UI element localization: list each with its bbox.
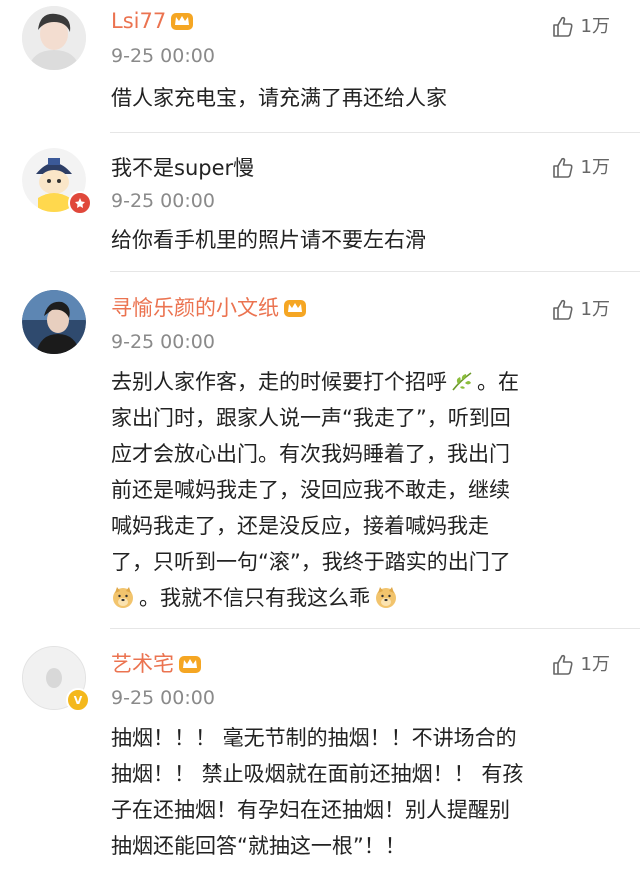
leaf-emoji-icon — [452, 372, 472, 391]
like-button[interactable]: 1万 — [551, 156, 610, 180]
divider — [110, 132, 640, 133]
comment-line: 家出门时，跟家人说一声“我走了”，听到回 — [111, 406, 511, 430]
comment-line: 应才会放心出门。有次我妈睡着了，我出门 — [111, 442, 510, 466]
like-button[interactable]: 1万 — [551, 15, 610, 39]
verified-badge-icon: V — [66, 688, 90, 712]
comment-line: 借人家充电宝，请充满了再还给人家 — [111, 86, 447, 110]
comment-line: 抽烟！！ 禁止吸烟就在面前还抽烟！！ 有孩 — [111, 762, 524, 786]
divider — [110, 271, 640, 272]
vip-crown-icon — [179, 656, 201, 673]
like-button[interactable]: 1万 — [551, 298, 610, 322]
vip-crown-icon — [284, 300, 306, 317]
comment-line: 喊妈我走了，还是没反应，接着喊妈我走 — [111, 514, 489, 538]
username[interactable]: Lsi77 — [111, 9, 194, 33]
thumbs-up-icon — [552, 654, 573, 675]
comment-line: 抽烟还能回答“就抽这一根”！！ — [111, 834, 406, 858]
like-count: 1万 — [580, 157, 610, 178]
like-count: 1万 — [580, 16, 610, 37]
username[interactable]: 我不是super慢 — [111, 156, 254, 180]
thumbs-up-icon — [552, 157, 573, 178]
comment-line: 。我就不信只有我这么乖 — [111, 580, 621, 616]
like-button[interactable]: 1万 — [551, 653, 610, 677]
like-count: 1万 — [580, 299, 610, 320]
comment-line: 给你看手机里的照片请不要左右滑 — [111, 228, 426, 252]
rank-badge-icon — [68, 191, 92, 215]
comment-text: 抽烟！！！ 毫无节制的抽烟！！不讲场合的 抽烟！！ 禁止吸烟就在面前还抽烟！！ … — [111, 720, 621, 864]
username[interactable]: 艺术宅 — [111, 652, 202, 676]
comment-line: 去别人家作客，走的时候要打个招呼 。在 — [111, 364, 621, 400]
comment-text: 借人家充电宝，请充满了再还给人家 — [111, 80, 621, 116]
divider — [110, 628, 640, 629]
comment-text: 给你看手机里的照片请不要左右滑 — [111, 222, 621, 258]
username-text[interactable]: 我不是super慢 — [111, 156, 254, 180]
comment-line: 前还是喊妈我走了，没回应我不敢走，继续 — [111, 478, 510, 502]
comment-line: 抽烟！！！ 毫无节制的抽烟！！不讲场合的 — [111, 726, 517, 750]
username-text[interactable]: Lsi77 — [111, 9, 166, 33]
thumbs-up-icon — [552, 299, 573, 320]
comment-time: 9-25 00:00 — [111, 45, 215, 67]
avatar[interactable] — [22, 6, 86, 70]
avatar[interactable] — [22, 290, 86, 354]
thumbs-up-icon — [552, 16, 573, 37]
comment-line-text: 。我就不信只有我这么乖 — [139, 586, 370, 610]
comment-time: 9-25 00:00 — [111, 687, 215, 709]
vip-crown-icon — [171, 13, 194, 30]
username[interactable]: 寻愉乐颜的小文纸 — [111, 296, 307, 320]
username-text[interactable]: 艺术宅 — [111, 652, 174, 676]
like-count: 1万 — [580, 654, 610, 675]
comment-time: 9-25 00:00 — [111, 190, 215, 212]
comment-line: 子在还抽烟！有孕妇在还抽烟！别人提醒别 — [111, 798, 510, 822]
doge-emoji-icon — [113, 587, 133, 608]
comment-line-text: 去别人家作客，走的时候要打个招呼 — [111, 370, 447, 394]
comment-line: 了，只听到一句“滚”，我终于踏实的出门了 — [111, 550, 511, 574]
comment-line-text: 。在 — [477, 370, 519, 394]
username-text[interactable]: 寻愉乐颜的小文纸 — [111, 296, 279, 320]
comment-time: 9-25 00:00 — [111, 331, 215, 353]
doge-emoji-icon — [376, 587, 396, 608]
comment-text: 去别人家作客，走的时候要打个招呼 。在 家出门时，跟家人说一声“我走了”，听到回 … — [111, 364, 621, 616]
